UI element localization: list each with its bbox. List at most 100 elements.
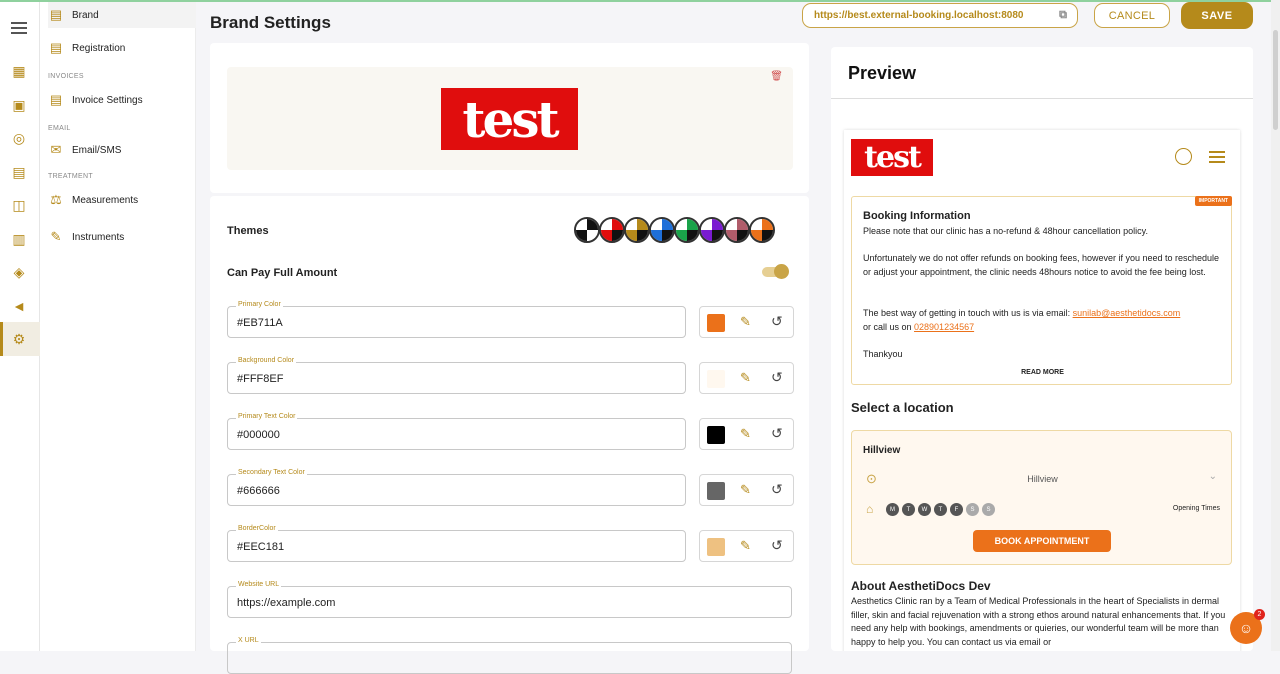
reset-icon[interactable]: ↺ — [771, 425, 783, 442]
field-value: #000000 — [237, 429, 280, 441]
book-appointment-button[interactable]: BOOK APPOINTMENT — [973, 530, 1111, 552]
about-heading: About AesthetiDocs Dev — [851, 579, 991, 593]
contacts-icon[interactable]: ▣ — [10, 96, 28, 114]
eyedropper-icon[interactable]: ✎ — [740, 370, 751, 386]
chat-launcher-button[interactable]: ☺ 2 — [1230, 609, 1265, 644]
subnav-item-brand[interactable]: ▤ Brand — [48, 2, 196, 28]
chevron-down-icon[interactable]: ⌄ — [1209, 471, 1217, 482]
reset-icon[interactable]: ↺ — [771, 537, 783, 554]
swatch-quadrant — [762, 230, 773, 241]
weekday-dots: MTWTFSS — [886, 503, 998, 516]
settings-subnav: ▤ Brand ▤ Registration INVOICES ▤ Invoic… — [40, 2, 196, 651]
swatch-quadrant — [576, 219, 587, 230]
color-field[interactable]: Primary Color #EB711A — [227, 301, 686, 338]
gear-icon[interactable]: ⚙ — [10, 330, 28, 348]
color-swatch-chip[interactable] — [707, 370, 725, 388]
preview-booking-page: test IMPORTANT Booking Information Pleas… — [844, 130, 1240, 651]
package-icon[interactable]: ◈ — [10, 263, 28, 281]
color-field[interactable]: Secondary Text Color #666666 — [227, 469, 686, 506]
x-url-field[interactable]: X URL — [227, 637, 792, 674]
swatch-quadrant — [587, 219, 598, 230]
clipboard-icon[interactable]: ▤ — [10, 163, 28, 181]
swatch-quadrant — [712, 230, 723, 241]
swatch-quadrant — [601, 219, 612, 230]
eyedropper-icon[interactable]: ✎ — [740, 426, 751, 442]
can-pay-toggle[interactable] — [762, 264, 789, 279]
swatch-quadrant — [662, 230, 673, 241]
reports-icon[interactable]: ◫ — [10, 196, 28, 214]
copy-icon[interactable]: ⧉ — [1059, 9, 1067, 22]
theme-swatch[interactable] — [724, 217, 750, 243]
color-swatch-chip[interactable] — [707, 314, 725, 332]
scrollbar-thumb[interactable] — [1273, 30, 1278, 130]
document-icon: ▤ — [49, 92, 63, 107]
reset-icon[interactable]: ↺ — [771, 313, 783, 330]
phone-link[interactable]: 028901234567 — [914, 322, 974, 332]
color-field[interactable]: Background Color #FFF8EF — [227, 357, 686, 394]
field-label: BorderColor — [236, 525, 278, 532]
megaphone-icon[interactable]: ◄ — [10, 297, 28, 315]
select-location-heading: Select a location — [851, 400, 954, 415]
logo-upload-area[interactable]: test 🗑 — [227, 67, 793, 170]
read-more-link[interactable]: READ MORE — [852, 369, 1233, 376]
subnav-item-registration[interactable]: ▤ Registration — [48, 35, 196, 61]
location-dropdown[interactable]: Hillview — [852, 474, 1233, 484]
document-icon: ▤ — [49, 7, 63, 22]
cancel-button[interactable]: CANCEL — [1094, 3, 1170, 28]
subnav-item-label: Measurements — [72, 194, 139, 206]
color-field[interactable]: Primary Text Color #000000 — [227, 413, 686, 450]
field-label: Website URL — [236, 581, 282, 588]
theme-swatches — [574, 217, 775, 243]
theme-swatch[interactable] — [699, 217, 725, 243]
swatch-quadrant — [626, 230, 637, 241]
color-field[interactable]: BorderColor #EEC181 — [227, 525, 686, 562]
hamburger-menu-icon[interactable] — [11, 22, 27, 37]
field-label: Primary Text Color — [236, 413, 298, 420]
page-scrollbar[interactable] — [1271, 0, 1280, 651]
menu-icon[interactable] — [1209, 151, 1225, 166]
reset-icon[interactable]: ↺ — [771, 481, 783, 498]
brand-settings-card: Themes Can Pay Full Amount Primary Color… — [210, 196, 809, 674]
save-button[interactable]: SAVE — [1181, 2, 1253, 29]
eyedropper-icon[interactable]: ✎ — [740, 482, 751, 498]
swatch-quadrant — [601, 230, 612, 241]
subnav-item-label: Invoice Settings — [72, 94, 143, 106]
color-swatch-chip[interactable] — [707, 426, 725, 444]
envelope-icon: ✉ — [50, 142, 62, 157]
color-swatch-chip[interactable] — [707, 482, 725, 500]
swatch-quadrant — [687, 230, 698, 241]
opening-times-link[interactable]: Opening Times — [1173, 505, 1220, 512]
weekday-dot: S — [982, 503, 995, 516]
booking-info-contact: The best way of getting in touch with us… — [863, 307, 1223, 334]
theme-swatch[interactable] — [649, 217, 675, 243]
theme-swatch[interactable] — [749, 217, 775, 243]
calendar-icon[interactable]: ▦ — [10, 62, 28, 80]
swatch-quadrant — [651, 230, 662, 241]
swatch-quadrant — [612, 230, 623, 241]
booking-url-box[interactable]: https://best.external-booking.localhost:… — [802, 3, 1078, 28]
subnav-item-instruments[interactable]: ✎ Instruments — [48, 224, 196, 250]
theme-swatch[interactable] — [674, 217, 700, 243]
booking-information-box: IMPORTANT Booking Information Please not… — [851, 196, 1232, 385]
eyedropper-icon[interactable]: ✎ — [740, 314, 751, 330]
reset-icon[interactable]: ↺ — [771, 369, 783, 386]
subnav-item-email-sms[interactable]: ✉ Email/SMS — [48, 137, 196, 163]
email-link[interactable]: sunilab@aesthetidocs.com — [1073, 308, 1181, 318]
color-tools: ✎ ↺ — [699, 306, 794, 338]
weekday-dot: W — [918, 503, 931, 516]
theme-swatch[interactable] — [599, 217, 625, 243]
subnav-item-invoice-settings[interactable]: ▤ Invoice Settings — [48, 87, 196, 113]
color-swatch-chip[interactable] — [707, 538, 725, 556]
coins-icon[interactable]: ◎ — [10, 129, 28, 147]
trash-icon[interactable]: 🗑 — [770, 71, 783, 82]
section-caption-treatment: TREATMENT — [48, 173, 93, 180]
theme-swatch[interactable] — [624, 217, 650, 243]
dashboard-icon[interactable]: ▥ — [10, 230, 28, 248]
swatch-quadrant — [626, 219, 637, 230]
subnav-item-measurements[interactable]: ⚖ Measurements — [48, 187, 196, 213]
eyedropper-icon[interactable]: ✎ — [740, 538, 751, 554]
website-url-field[interactable]: Website URL https://example.com — [227, 581, 792, 618]
theme-swatch[interactable] — [574, 217, 600, 243]
user-icon[interactable] — [1175, 148, 1192, 165]
swatch-quadrant — [701, 219, 712, 230]
